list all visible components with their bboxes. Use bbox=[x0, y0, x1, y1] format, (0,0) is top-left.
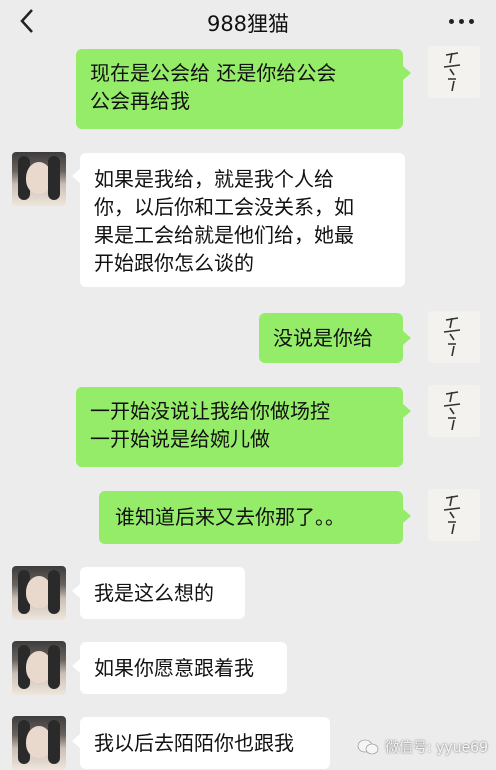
calligraphy-avatar-icon bbox=[443, 52, 461, 92]
message-text: 如果是我给，就是我个人给 你，以后你和工会没关系，如 果是工会给就是他们给，她最… bbox=[94, 167, 354, 275]
bubble-tail bbox=[403, 66, 411, 80]
message-text: 一开始没说让我给你做场控 一开始说是给婉儿做 bbox=[90, 399, 330, 451]
bubble-tail bbox=[72, 584, 80, 598]
message-bubble-outgoing[interactable]: 谁知道后来又去你那了。。 bbox=[99, 491, 403, 544]
more-button[interactable] bbox=[449, 19, 474, 24]
bubble-tail bbox=[403, 331, 411, 345]
message-bubble-incoming[interactable]: 我是这么想的 bbox=[80, 567, 245, 619]
watermark: 微信号: yyue69 bbox=[357, 735, 488, 759]
bubble-tail bbox=[72, 734, 80, 748]
watermark-text: 微信号: yyue69 bbox=[384, 740, 488, 756]
contact-avatar[interactable] bbox=[12, 641, 66, 695]
message-bubble-outgoing[interactable]: 现在是公会给 还是你给公会 公会再给我 bbox=[76, 49, 403, 129]
my-avatar[interactable] bbox=[428, 46, 480, 98]
message-bubble-outgoing[interactable]: 没说是你给 bbox=[259, 313, 403, 363]
message-text: 现在是公会给 还是你给公会 公会再给我 bbox=[90, 61, 337, 113]
message-text: 我以后去陌陌你也跟我 bbox=[94, 731, 294, 755]
my-avatar[interactable] bbox=[428, 385, 480, 437]
chat-header: 988狸猫 bbox=[0, 0, 496, 44]
contact-avatar[interactable] bbox=[12, 566, 66, 620]
bubble-tail bbox=[72, 659, 80, 673]
calligraphy-avatar-icon bbox=[443, 317, 461, 357]
message-bubble-incoming[interactable]: 我以后去陌陌你也跟我 bbox=[80, 717, 330, 769]
more-dots-icon bbox=[449, 19, 454, 24]
message-text: 没说是你给 bbox=[273, 326, 373, 350]
contact-avatar[interactable] bbox=[12, 716, 66, 770]
bubble-tail bbox=[403, 509, 411, 523]
bubble-tail bbox=[72, 169, 80, 183]
my-avatar[interactable] bbox=[428, 311, 480, 363]
message-text: 谁知道后来又去你那了。。 bbox=[115, 505, 345, 529]
my-avatar[interactable] bbox=[428, 489, 480, 541]
message-text: 如果你愿意跟着我 bbox=[94, 656, 254, 680]
chat-title: 988狸猫 bbox=[206, 12, 290, 36]
message-bubble-incoming[interactable]: 如果你愿意跟着我 bbox=[80, 642, 287, 694]
message-bubble-incoming[interactable]: 如果是我给，就是我个人给 你，以后你和工会没关系，如 果是工会给就是他们给，她最… bbox=[80, 153, 405, 287]
wechat-icon bbox=[357, 739, 379, 755]
message-bubble-outgoing[interactable]: 一开始没说让我给你做场控 一开始说是给婉儿做 bbox=[76, 387, 403, 467]
calligraphy-avatar-icon bbox=[443, 495, 461, 535]
message-text: 我是这么想的 bbox=[94, 581, 214, 605]
bubble-tail bbox=[403, 404, 411, 418]
contact-avatar[interactable] bbox=[12, 152, 66, 206]
calligraphy-avatar-icon bbox=[443, 391, 461, 431]
